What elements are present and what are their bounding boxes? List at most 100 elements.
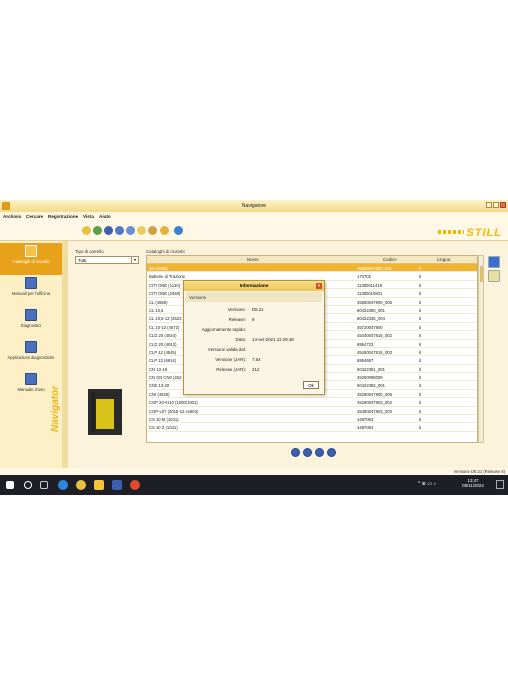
cell-name: CN CN CN0 (452 (149, 375, 182, 381)
cell-name: CLP 12 (6914) (149, 358, 177, 364)
cell-code: 45480047803_003 (357, 408, 392, 414)
cell-code: 45580047900_005 (357, 299, 392, 305)
cell-lang: it (419, 391, 422, 397)
back-icon[interactable] (115, 226, 124, 235)
catalog-label: Cataloghi di ricambi (146, 249, 185, 254)
dialog-field-key: Release (JAR): (216, 367, 246, 372)
cell-lang: it (419, 375, 422, 381)
search-icon[interactable] (24, 481, 32, 489)
status-bar: Versione D8.21 (Release 8) (0, 468, 508, 475)
window-title: Navigatore (241, 203, 267, 209)
cell-code: 45440047815_002 (357, 333, 392, 339)
dialog-titlebar: Informazione × (184, 281, 324, 291)
leaf-icon[interactable] (93, 226, 102, 235)
home-icon[interactable] (104, 226, 113, 235)
maximize-button[interactable] (493, 202, 499, 208)
dialog-subtitle: Versione (186, 292, 322, 302)
cell-name: CITI ONE (2350) (149, 291, 181, 297)
sidebar-scrollbar[interactable] (62, 241, 68, 468)
clock[interactable]: 13:47 08/11/2022 (462, 478, 484, 488)
task-view-icon[interactable] (40, 481, 48, 489)
table-scrollbar[interactable] (478, 255, 484, 443)
sidebar-item-workshop-manuals[interactable]: Manuali per l'officina (0, 275, 62, 307)
prev-page-icon[interactable] (303, 448, 312, 457)
next-page-icon[interactable] (315, 448, 324, 457)
windows-start-icon[interactable] (6, 481, 14, 489)
cell-lang: it (419, 383, 422, 389)
menu-bar: Archivio Cercare Registrazione Vista Aiu… (0, 212, 508, 221)
cell-lang: it (419, 274, 422, 280)
close-button[interactable] (500, 202, 506, 208)
sidebar-item-label: Diagnostici (20, 323, 42, 328)
star-icon[interactable] (82, 226, 91, 235)
menu-cercare[interactable]: Cercare (26, 214, 43, 219)
cell-code: 45450047815_003 (357, 349, 392, 355)
catalog-icon (25, 245, 37, 257)
forward-icon[interactable] (126, 226, 135, 235)
column-header-name[interactable]: Nome (247, 257, 259, 262)
cell-code: 170702 (357, 274, 371, 280)
add-icon[interactable] (488, 270, 500, 282)
notifications-icon[interactable] (496, 480, 504, 489)
sidebar-item-diagnostics[interactable]: Diagnostici (0, 307, 62, 339)
table-row[interactable]: 4D (4506) 45580047900_001 it (147, 264, 477, 273)
cell-code: 45280047803_002 (357, 400, 392, 406)
help-icon[interactable] (174, 226, 183, 235)
sidebar-item-parts-catalogs[interactable]: Cataloghi di ricambi (0, 243, 62, 275)
first-page-icon[interactable] (291, 448, 300, 457)
cell-code: 45580047900_001 (357, 266, 392, 271)
menu-archivio[interactable]: Archivio (3, 214, 21, 219)
column-header-code[interactable]: Codice (383, 257, 397, 262)
cell-code: 45720047900 (357, 324, 383, 330)
dialog-field-key: Versione valida dal: (207, 347, 246, 352)
truck-type-select[interactable]: Tutti ▾ (75, 256, 139, 264)
table-row[interactable]: COP-L07 (2015-12 ex803) 45480047803_003 it (147, 407, 477, 416)
edge-icon[interactable] (58, 480, 68, 490)
scrollbar-thumb[interactable] (480, 266, 483, 282)
print-icon[interactable] (148, 226, 157, 235)
navigator-wordmark: Navigator (50, 385, 61, 432)
cell-name: CLP 12 (4545) (149, 349, 177, 355)
minimize-button[interactable] (486, 202, 492, 208)
column-header-language[interactable]: Lingua (437, 257, 450, 262)
table-row[interactable]: CS 10 Z (1041) 4487064 it (147, 423, 477, 432)
navigator-window: Navigatore Archivio Cercare Registrazion… (0, 200, 508, 495)
sidebar-item-diagnostic-apps[interactable]: Applicazioni diagnostiche (0, 339, 62, 371)
table-row[interactable]: COP 20+H10 (1000/1001) 45280047803_002 it (147, 398, 477, 407)
play-icon[interactable] (488, 256, 500, 268)
cell-name: CN 13-18 (149, 366, 167, 372)
truck-type-label: Tipo di carrello (75, 249, 104, 254)
cell-code: 60422380_001 (357, 307, 385, 313)
system-tray[interactable]: ^ ⊕ ▭ ♪ (418, 481, 436, 487)
info-dialog: Informazione × Versione Versione: D8.21 Re… (183, 280, 325, 395)
cell-name: CL 10,5-12 (4523 (149, 316, 182, 322)
cell-lang: it (419, 291, 422, 297)
menu-vista[interactable]: Vista (83, 214, 94, 219)
table-header: Nome Codice Lingua (147, 256, 477, 264)
book-icon (25, 277, 37, 289)
chevron-down-icon[interactable]: ▾ (131, 257, 138, 263)
ok-button[interactable]: Ok (303, 381, 319, 389)
table-row[interactable]: CS 10 M (1041) 4487063 it (147, 415, 477, 424)
last-page-icon[interactable] (327, 448, 336, 457)
cell-lang: it (419, 400, 422, 406)
chrome-icon[interactable] (76, 480, 86, 490)
still-logo: STILL (438, 227, 502, 239)
file-explorer-icon[interactable] (94, 480, 104, 490)
app-icon-blue[interactable] (112, 480, 122, 490)
dialog-field-key: Versione: (227, 307, 246, 312)
logo-stripes (438, 230, 465, 234)
sidebar-item-label: Cataloghi di ricambi (12, 259, 50, 264)
dialog-field-key: Aggiornamento rapido: (201, 327, 246, 332)
cell-name: CLD 20 (4913) (149, 341, 177, 347)
cell-code: 4487064 (357, 425, 374, 431)
menu-registrazione[interactable]: Registrazione (48, 214, 78, 219)
cell-lang: it (419, 349, 422, 355)
app-icon-red[interactable] (130, 480, 140, 490)
favorite-icon[interactable] (137, 226, 146, 235)
cell-lang: it (419, 307, 422, 313)
settings-icon[interactable] (160, 226, 169, 235)
dialog-close-icon[interactable]: × (316, 283, 322, 289)
dialog-field-value: 7.64 (252, 357, 261, 362)
menu-aiuto[interactable]: Aiuto (99, 214, 111, 219)
